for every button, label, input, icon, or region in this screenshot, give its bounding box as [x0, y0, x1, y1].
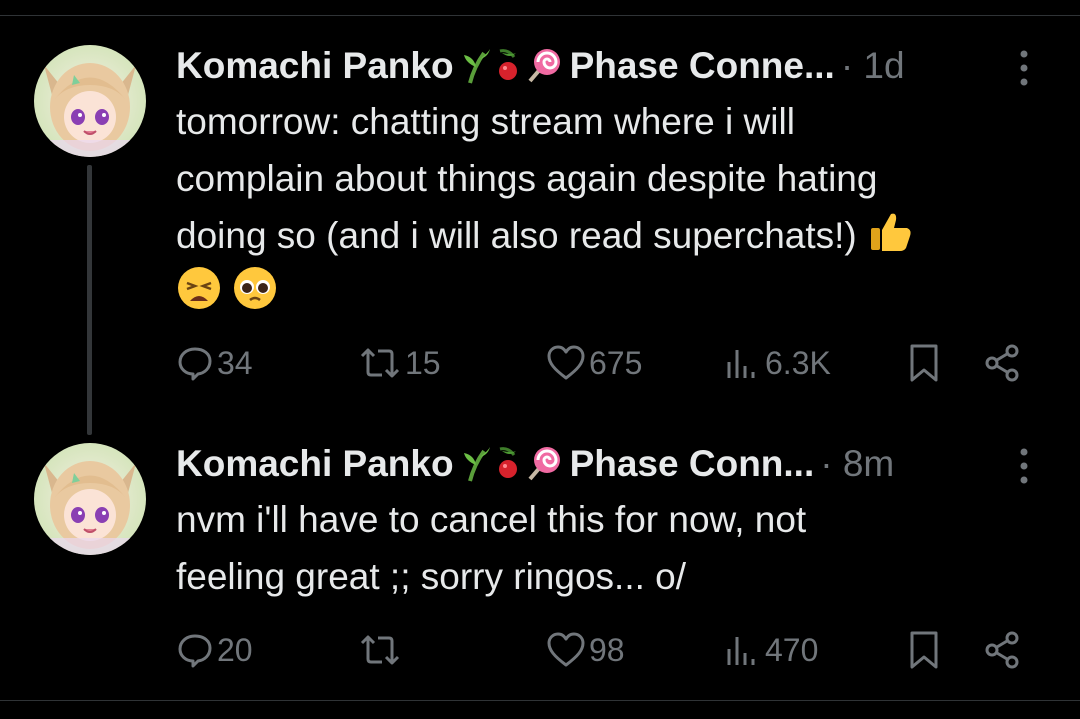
tweet-header: Komachi Panko Ph: [176, 440, 1040, 488]
tweet-text-line: feeling great ;; sorry ringos... o/: [176, 556, 687, 597]
more-options-icon[interactable]: [1016, 48, 1032, 88]
weary-face-emoji: [178, 267, 220, 309]
thumbs-up-emoji: [871, 213, 911, 251]
like-button[interactable]: 98: [546, 628, 625, 672]
timestamp[interactable]: · 1d: [841, 45, 905, 87]
avatar[interactable]: [34, 45, 146, 157]
tweet-text-line: doing so (and i will also read superchat…: [176, 215, 857, 256]
bamboo-icon: [463, 49, 490, 84]
reply-count: 34: [217, 344, 253, 381]
lollipop-icon: [528, 49, 560, 83]
reply-icon: [178, 347, 212, 381]
tweet-text: nvm i'll have to cancel this for now, no…: [176, 491, 1036, 605]
cherry-icon: [498, 49, 517, 80]
share-icon: [985, 631, 1019, 669]
lollipop-icon: [528, 447, 560, 481]
heart-icon: [547, 345, 585, 380]
more-options-icon[interactable]: [1016, 446, 1032, 486]
reply-count: 20: [217, 631, 253, 668]
bookmark-icon: [910, 631, 938, 669]
tweet-text-line: nvm i'll have to cancel this for now, no…: [176, 499, 807, 540]
pleading-face-emoji: [234, 267, 277, 309]
tweet-text-line: complain about things again despite hati…: [176, 158, 878, 199]
repost-icon: [360, 635, 400, 665]
reply-icon: [178, 634, 212, 668]
like-count: 98: [589, 631, 625, 668]
name-badges: [462, 47, 562, 85]
org-name[interactable]: Phase Conne...: [570, 45, 835, 87]
heart-icon: [547, 632, 585, 667]
avatar[interactable]: [34, 443, 146, 555]
cherry-icon: [498, 447, 517, 478]
thread-view: Komachi Panko Phase Conne... · 1d tomorr…: [0, 0, 1080, 719]
share-button[interactable]: [982, 341, 1025, 385]
reply-button[interactable]: 20: [176, 628, 253, 672]
views-count: 470: [765, 631, 819, 668]
bamboo-icon: [463, 447, 490, 482]
share-button[interactable]: [982, 628, 1025, 672]
reply-button[interactable]: 34: [176, 341, 253, 385]
tweet-header: Komachi Panko Ph: [176, 42, 1040, 90]
share-icon: [985, 344, 1019, 382]
like-count: 675: [589, 344, 643, 381]
like-button[interactable]: 675: [546, 341, 642, 385]
org-name[interactable]: Phase Conn...: [570, 443, 815, 485]
tweet-text-line: tomorrow: chatting stream where i will: [176, 101, 795, 142]
repost-button[interactable]: [358, 628, 405, 672]
tweet-actions: 34 15 675 6.3K: [176, 341, 1036, 385]
views-count: 6.3K: [765, 344, 831, 381]
emoji-line: [176, 264, 1036, 321]
display-name[interactable]: Komachi Panko: [176, 443, 454, 485]
display-name[interactable]: Komachi Panko: [176, 45, 454, 87]
timestamp[interactable]: · 8m: [820, 443, 894, 485]
repost-button[interactable]: 15: [358, 341, 441, 385]
views-icon: [727, 637, 755, 665]
divider: [0, 700, 1080, 701]
tweet-text: tomorrow: chatting stream where i will c…: [176, 93, 1036, 321]
bookmark-button[interactable]: [906, 341, 945, 385]
views-icon: [727, 350, 755, 378]
tweet-actions: 20 98 470: [176, 628, 1036, 672]
divider: [0, 15, 1080, 16]
views-button[interactable]: 6.3K: [724, 341, 831, 385]
repost-count: 15: [405, 344, 441, 381]
bookmark-icon: [910, 344, 938, 382]
bookmark-button[interactable]: [906, 628, 945, 672]
tweet-text-line-with-emoji: doing so (and i will also read superchat…: [176, 207, 1036, 264]
thread-connector-line: [87, 165, 92, 435]
repost-icon: [360, 348, 400, 378]
name-badges: [462, 445, 562, 483]
views-button[interactable]: 470: [724, 628, 818, 672]
